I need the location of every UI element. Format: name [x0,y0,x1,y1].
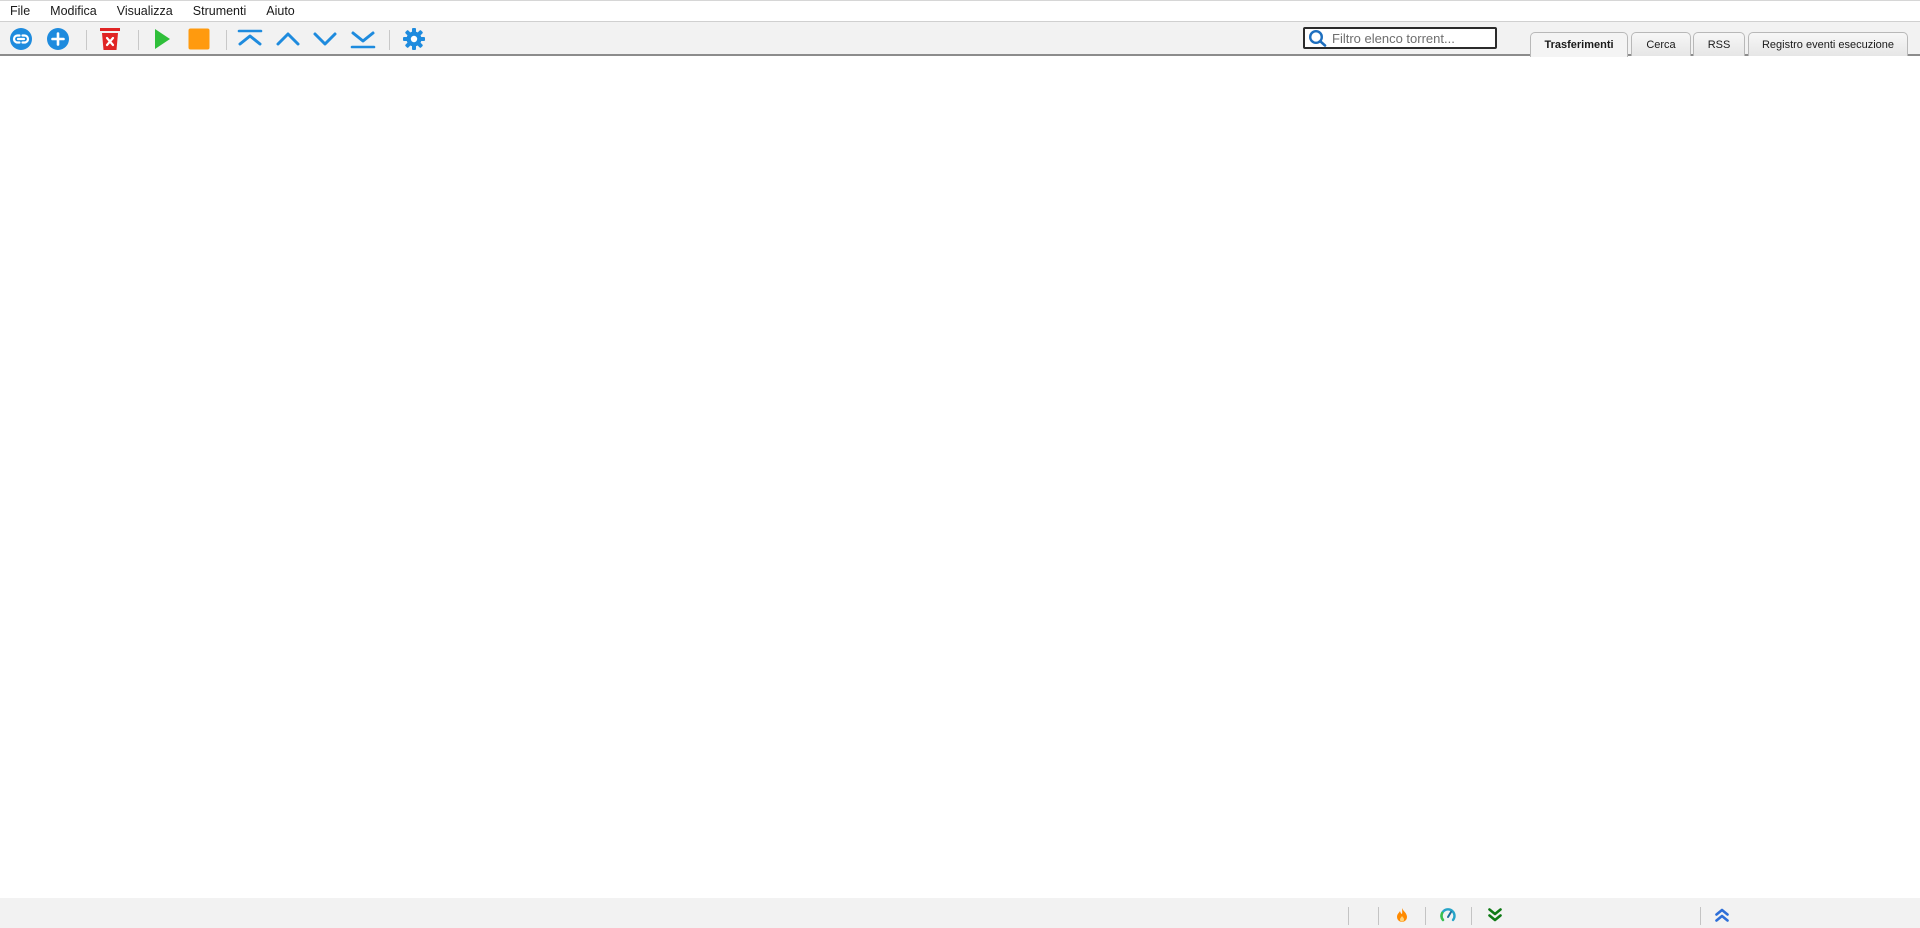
menu-bar: File Modifica Visualizza Strumenti Aiuto [0,1,1920,21]
bottom-priority-button[interactable] [349,26,377,52]
priority-top-icon [237,29,263,46]
menu-tools[interactable]: Strumenti [185,1,255,21]
connection-status[interactable] [1439,906,1457,924]
gear-icon [403,28,425,50]
priority-down-icon [313,32,337,46]
tab-rss[interactable]: RSS [1693,32,1745,56]
stop-icon [188,28,210,50]
menu-help[interactable]: Aiuto [258,1,303,21]
play-icon [155,29,170,49]
status-separator [1378,907,1379,925]
tab-execution-log[interactable]: Registro eventi esecuzione [1748,32,1908,56]
options-button[interactable] [400,26,428,52]
status-separator [1348,907,1349,925]
top-priority-button[interactable] [236,26,264,52]
transfers-content-area [0,58,1920,898]
priority-up-icon [276,32,300,46]
resume-button[interactable] [147,26,175,52]
toolbar: Trasferimenti Cerca RSS Registro eventi … [0,21,1920,57]
toolbar-separator [86,30,87,50]
increase-priority-button[interactable] [274,26,302,52]
add-torrent-button[interactable] [44,26,72,52]
toolbar-separator [389,30,390,50]
tab-search[interactable]: Cerca [1631,32,1691,56]
delete-button[interactable] [96,26,124,52]
double-chevron-down-icon [1488,908,1502,922]
menu-edit[interactable]: Modifica [42,1,105,21]
dht-status[interactable] [1393,906,1411,924]
status-separator [1471,907,1472,925]
status-separator [1700,907,1701,925]
download-speed[interactable] [1486,906,1504,924]
speed-gauge-icon [1440,908,1456,922]
double-chevron-up-icon [1715,908,1729,922]
toolbar-separator [226,30,227,50]
menu-view[interactable]: Visualizza [109,1,181,21]
menu-file[interactable]: File [2,1,38,21]
plus-circle-icon [47,28,69,50]
trash-icon [100,28,120,50]
priority-bottom-icon [350,31,376,49]
pause-button[interactable] [185,26,213,52]
status-bar [0,898,1920,928]
flame-icon [1397,908,1407,922]
link-icon [10,28,32,50]
status-separator [1425,907,1426,925]
torrent-filter-box[interactable] [1303,27,1497,49]
toolbar-separator [138,30,139,50]
torrent-filter-input[interactable] [1332,30,1492,46]
tab-transfers[interactable]: Trasferimenti [1530,32,1628,57]
search-icon [1308,29,1327,47]
upload-speed[interactable] [1713,906,1731,924]
decrease-priority-button[interactable] [311,26,339,52]
add-link-button[interactable] [7,26,35,52]
